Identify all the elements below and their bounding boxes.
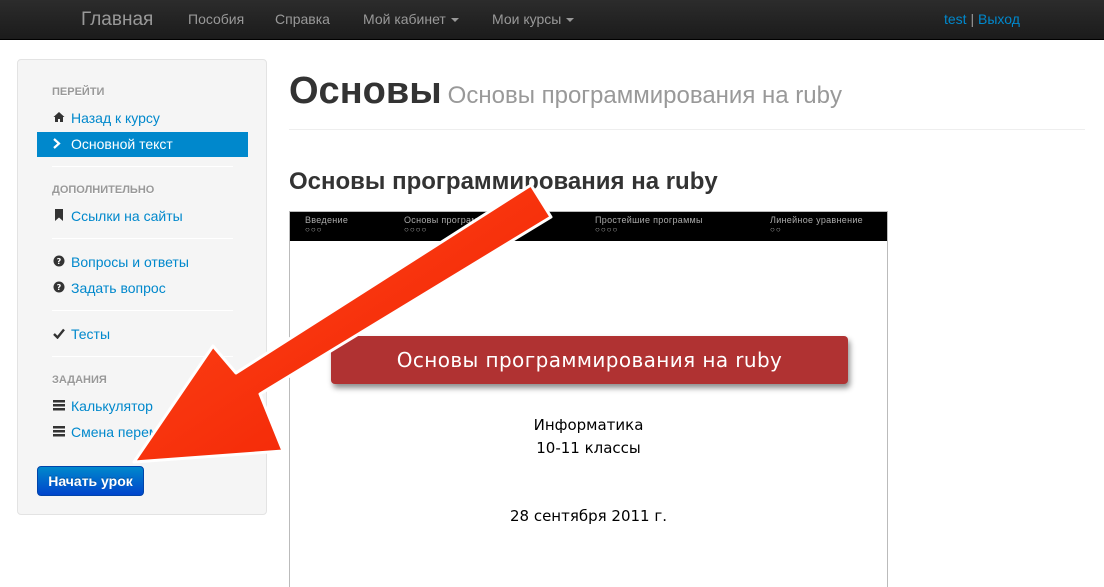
slide-section-linear-equation[interactable]: Линейное уравнение ○○ — [770, 215, 863, 235]
list-icon — [52, 400, 66, 414]
nav-item-my-cabinet[interactable]: Мой кабинет — [363, 11, 459, 27]
question-circle-icon: ? — [52, 281, 66, 296]
nav-item-help[interactable]: Справка — [275, 11, 330, 27]
slide-section-intro[interactable]: Введение ○○○ — [305, 215, 348, 235]
presentation-slide: Введение ○○○ Основы программирования ○○○○ … — [289, 211, 888, 587]
section-title: Основы программирования на ruby — [289, 168, 718, 195]
list-icon — [52, 426, 66, 440]
sidebar-divider — [52, 310, 233, 311]
sidebar-item-label: Задать вопрос — [71, 280, 166, 296]
sidebar-item-label: Смена переме — [71, 424, 167, 440]
svg-text:?: ? — [57, 283, 62, 292]
chevron-right-icon — [52, 138, 66, 152]
sidebar-header-tasks: Задания — [52, 374, 107, 386]
start-lesson-button[interactable]: Начать урок — [37, 466, 144, 496]
slide-grades: 10-11 классы — [536, 439, 641, 457]
page-title: Основы Основы программирования на ruby — [289, 70, 842, 113]
user-area: test | Выход — [944, 11, 1020, 27]
sidebar-item-ask[interactable]: ? Задать вопрос — [52, 280, 166, 296]
sidebar: Перейти Назад к курсу Основной текст Доп… — [17, 59, 267, 515]
svg-text:?: ? — [57, 257, 62, 266]
slide-section-label: Линейное уравнение — [770, 215, 863, 225]
brand-link[interactable]: Главная — [81, 9, 153, 31]
sidebar-item-label: Назад к курсу — [71, 110, 160, 126]
slide-title-banner: Основы программирования на ruby — [331, 336, 848, 384]
slide-section-dots: ○○○ — [305, 225, 323, 234]
top-navbar: Главная Пособия Справка Мой кабинет Мои … — [0, 0, 1104, 40]
title-divider — [289, 129, 1085, 130]
sidebar-divider — [52, 238, 233, 239]
sidebar-item-label: Тесты — [71, 326, 111, 342]
sidebar-item-var-change[interactable]: Смена переме — [52, 424, 166, 440]
slide-section-dots: ○○○○ — [404, 225, 428, 234]
sidebar-divider — [52, 356, 233, 357]
slide-section-dots: ○○○○ — [595, 225, 619, 234]
slide-section-simple-programs[interactable]: Простейшие программы ○○○○ — [595, 215, 703, 235]
sidebar-header-go: Перейти — [52, 86, 105, 98]
sidebar-item-back-to-course[interactable]: Назад к курсу — [52, 110, 160, 126]
slide-subject: Информатика — [533, 416, 644, 434]
sidebar-item-label: Калькулятор — [71, 398, 153, 414]
nav-item-manuals[interactable]: Пособия — [188, 11, 244, 27]
page-title-main: Основы — [289, 70, 442, 112]
slide-section-label: Введение — [305, 215, 349, 225]
slide-section-label: Простейшие программы — [595, 215, 703, 225]
nav-item-my-cabinet-label: Мой кабинет — [363, 11, 446, 27]
sidebar-header-extra: Дополнительно — [52, 184, 155, 196]
caret-down-icon — [566, 18, 575, 23]
nav-item-my-courses-label: Мои курсы — [492, 11, 562, 27]
page-subtitle: Основы программирования на ruby — [447, 82, 842, 109]
sidebar-divider — [52, 166, 233, 167]
question-circle-icon: ? — [52, 255, 66, 270]
sidebar-item-calculator[interactable]: Калькулятор — [52, 398, 153, 414]
slide-section-basics[interactable]: Основы программирования ○○○○ — [404, 215, 526, 235]
sidebar-item-main-text[interactable]: Основной текст — [37, 132, 248, 157]
caret-down-icon — [450, 18, 459, 23]
logout-link[interactable]: Выход — [978, 11, 1020, 27]
user-link[interactable]: test — [944, 11, 967, 27]
sidebar-item-tests[interactable]: Тесты — [52, 326, 110, 342]
check-icon — [52, 328, 66, 342]
sidebar-item-label: Ссылки на сайты — [71, 208, 183, 224]
slide-section-label: Основы программирования — [404, 215, 527, 225]
sidebar-item-site-links[interactable]: Ссылки на сайты — [52, 208, 183, 224]
slide-section-dots: ○○ — [770, 225, 782, 234]
separator: | — [970, 11, 975, 27]
slide-navigation-bar: Введение ○○○ Основы программирования ○○○○ … — [290, 212, 887, 241]
sidebar-item-label: Вопросы и ответы — [71, 254, 189, 270]
bookmark-icon — [52, 209, 66, 224]
sidebar-item-qa[interactable]: ? Вопросы и ответы — [52, 254, 189, 270]
home-icon — [52, 111, 66, 126]
nav-item-my-courses[interactable]: Мои курсы — [492, 11, 575, 27]
slide-date: 28 сентября 2011 г. — [509, 507, 668, 525]
sidebar-item-label: Основной текст — [71, 136, 173, 152]
